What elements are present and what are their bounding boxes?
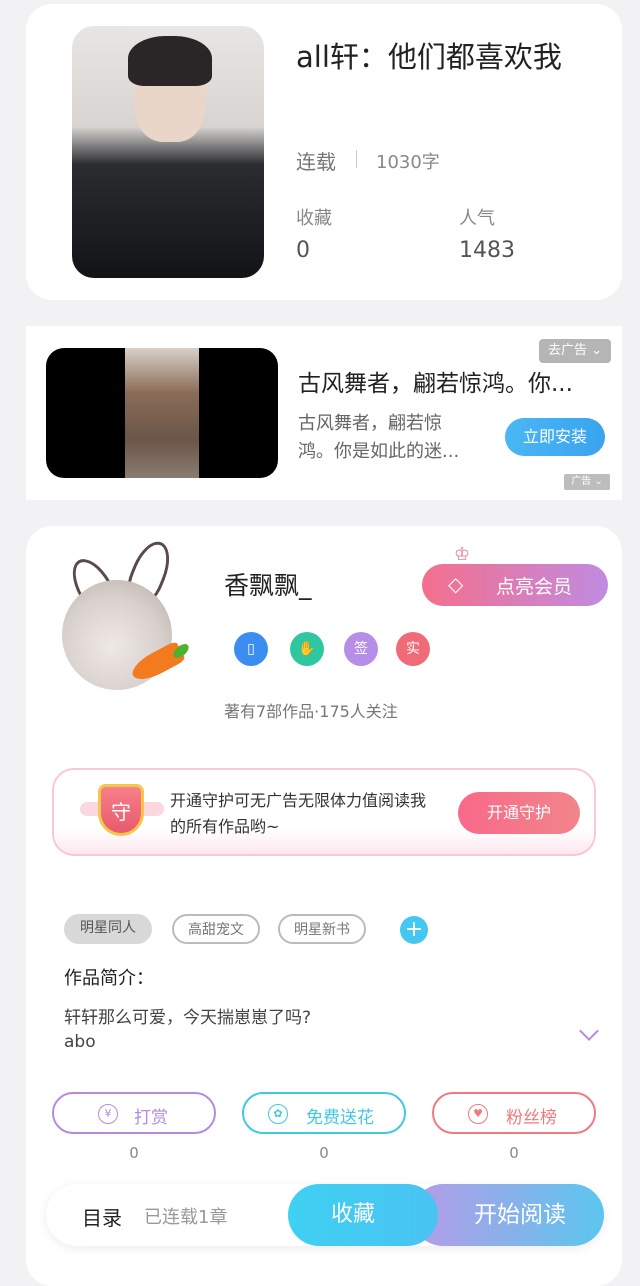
ad-video-thumbnail[interactable] <box>46 348 278 478</box>
tag-star-new-book[interactable]: 明星新书 <box>278 914 366 944</box>
reward-label: 打赏 <box>134 1108 168 1128</box>
yen-icon: ¥ <box>98 1104 118 1124</box>
guard-banner[interactable]: 守 开通守护可无广告无限体力值阅读我的所有作品哟~ 开通守护 <box>52 768 596 856</box>
sign-badge-icon[interactable]: 签 <box>344 632 378 666</box>
fan-count: 0 <box>509 1144 519 1162</box>
crown-icon: ♔ <box>454 544 471 565</box>
send-flower-button[interactable]: ✿ 免费送花 <box>242 1092 406 1134</box>
tag-sweet-romance[interactable]: 高甜宠文 <box>172 914 260 944</box>
word-count: 1030字 <box>376 152 440 173</box>
popularity-label: 人气 <box>459 208 495 229</box>
install-button[interactable]: 立即安装 <box>505 418 605 456</box>
ad-poster-image <box>125 348 199 478</box>
vip-member-button[interactable]: ◇ 点亮会员 <box>422 564 608 606</box>
book-cover-image[interactable] <box>72 26 264 278</box>
intro-line-1: 轩轩那么可爱，今天揣崽崽了吗? <box>64 1008 312 1028</box>
catalog-button[interactable]: 目录 <box>82 1202 122 1231</box>
ad-banner[interactable]: 去广告 ⌄ 古风舞者，翩若惊鸿。你... 古风舞者，翩若惊鸿。你是如此的迷...… <box>26 326 622 500</box>
chevron-down-icon[interactable] <box>579 1021 599 1041</box>
ad-description: 古风舞者，翩若惊鸿。你是如此的迷... <box>298 413 460 462</box>
send-flower-label: 免费送花 <box>306 1108 374 1128</box>
phone-badge-icon[interactable]: ▯ <box>234 632 268 666</box>
ad-title: 古风舞者，翩若惊鸿。你... <box>298 371 573 397</box>
book-info-card: all轩：他们都喜欢我 连载 1030字 收藏 0 人气 1483 <box>26 4 622 300</box>
diamond-icon: ◇ <box>448 572 464 596</box>
bottom-action-bar: 目录 已连载1章 开始阅读 收藏 <box>46 1184 604 1246</box>
reward-button[interactable]: ¥ 打赏 <box>52 1092 216 1134</box>
vip-button-label: 点亮会员 <box>496 576 573 598</box>
fan-ranking-label: 粉丝榜 <box>506 1108 557 1128</box>
chapter-count: 已连载1章 <box>144 1207 228 1228</box>
favorites-count: 0 <box>296 238 310 263</box>
intro-label: 作品简介： <box>64 968 154 989</box>
handshake-badge-icon[interactable]: ✋ <box>290 632 324 666</box>
start-reading-button[interactable]: 开始阅读 <box>412 1184 604 1246</box>
author-stats: 著有7部作品·175人关注 <box>224 702 398 721</box>
book-title: all轩：他们都喜欢我 <box>296 40 562 74</box>
verified-badge-icon[interactable]: 实 <box>396 632 430 666</box>
ad-label: 广告 ⌄ <box>564 474 610 490</box>
guard-shield-icon: 守 <box>98 784 144 836</box>
intro-text: 轩轩那么可爱，今天揣崽崽了吗? abo <box>64 1006 311 1054</box>
fan-ranking-button[interactable]: ♥ 粉丝榜 <box>432 1092 596 1134</box>
cover-hair <box>128 36 212 86</box>
divider <box>356 150 357 168</box>
remove-ad-button[interactable]: 去广告 ⌄ <box>539 339 611 363</box>
reward-count: 0 <box>129 1144 139 1162</box>
tag-star-fanfic[interactable]: 明星同人 <box>64 914 152 944</box>
favorite-button[interactable]: 收藏 <box>288 1184 438 1246</box>
add-tag-icon[interactable]: + <box>400 916 428 944</box>
flower-icon: ✿ <box>268 1104 288 1124</box>
favorites-label: 收藏 <box>296 208 332 229</box>
author-card: 香飘飘_ ♔ ◇ 点亮会员 ▯ ✋ 签 实 著有7部作品·175人关注 守 开通… <box>26 526 622 1286</box>
guard-text: 开通守护可无广告无限体力值阅读我的所有作品哟~ <box>170 791 427 836</box>
fan-user-icon: ♥ <box>468 1104 488 1124</box>
intro-line-2: abo <box>64 1032 96 1052</box>
serial-status: 连载 <box>296 150 336 174</box>
open-guard-button[interactable]: 开通守护 <box>458 792 580 834</box>
flower-count: 0 <box>319 1144 329 1162</box>
author-name[interactable]: 香飘飘_ <box>224 566 312 602</box>
popularity-count: 1483 <box>459 238 515 263</box>
